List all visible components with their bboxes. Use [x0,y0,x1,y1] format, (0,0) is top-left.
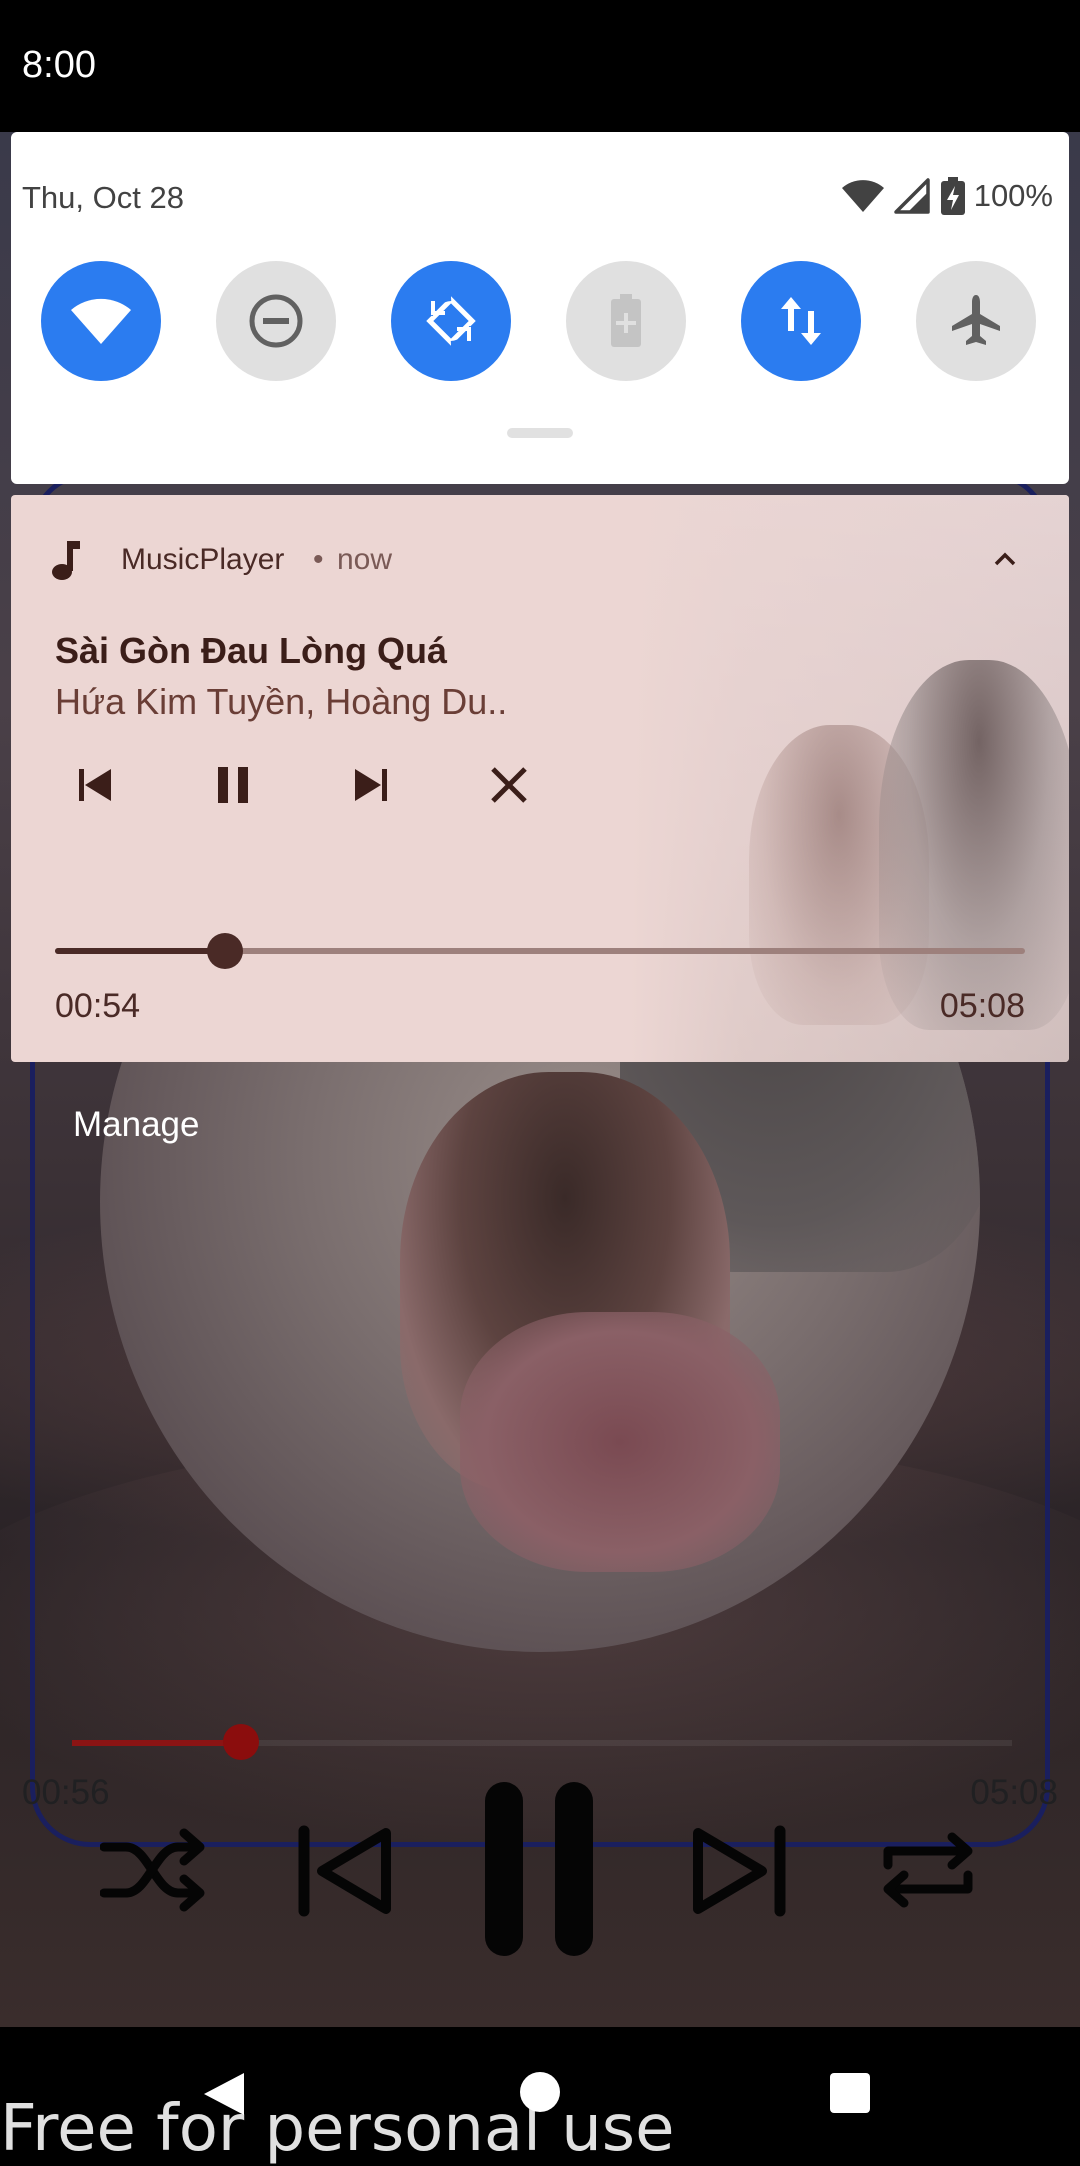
header-separator: • [313,543,324,576]
collapse-chevron-icon[interactable] [993,551,1017,567]
notif-previous-button[interactable] [65,755,125,815]
cell-signal-icon [893,178,930,214]
quick-settings-tiles [41,261,1051,381]
nav-recents-icon[interactable] [830,2073,870,2113]
battery-percent: 100% [973,178,1053,213]
notification-app-name: MusicPlayer [121,543,285,576]
album-art-man [879,660,1069,1030]
player-duration: 05:08 [970,1773,1058,1812]
battery-charging-icon [940,177,965,215]
do-not-disturb-icon [249,294,303,348]
pause-icon [218,767,248,803]
wifi-icon [71,298,131,344]
player-progress-knob[interactable] [223,1724,260,1760]
airplane-mode-tile[interactable] [916,261,1036,381]
music-note-icon [52,541,80,580]
mobile-data-icon [781,297,821,345]
manage-button[interactable]: Manage [73,1105,199,1145]
watermark-text: Free for personal use [0,2092,675,2166]
notification-duration: 05:08 [939,987,1025,1025]
album-figure-dress [460,1312,780,1572]
mobile-data-tile[interactable] [741,261,861,381]
repeat-icon[interactable] [876,1825,980,1915]
system-status-icons: 100% [840,172,1053,220]
close-icon [491,767,527,803]
notification-header: MusicPlayer • now [11,535,1069,585]
status-bar: 8:00 [0,0,1080,132]
quick-settings-panel: Thu, Oct 28 100% [11,132,1069,484]
battery-saver-tile[interactable] [566,261,686,381]
skip-next-icon [355,769,387,801]
pause-icon[interactable] [483,1780,595,1958]
notification-seek-fill [55,948,225,954]
notification-time: now [337,543,393,576]
notif-pause-button[interactable] [203,755,263,815]
airplane-icon [952,295,1000,345]
media-notification[interactable]: MusicPlayer • now Sài Gòn Đau Lòng Quá H… [11,495,1069,1062]
auto-rotate-icon [425,293,477,349]
notification-elapsed-time: 00:54 [55,987,141,1025]
player-elapsed-time: 00:56 [22,1773,110,1812]
notification-seek-knob[interactable] [206,933,243,969]
next-icon[interactable] [688,1825,788,1917]
player-progress-fill [72,1740,242,1746]
status-time: 8:00 [22,44,96,86]
player-progress-bar[interactable] [72,1724,1012,1760]
do-not-disturb-tile[interactable] [216,261,336,381]
notif-close-button[interactable] [479,755,539,815]
wifi-signal-icon [841,180,884,212]
previous-icon[interactable] [296,1825,396,1917]
auto-rotate-tile[interactable] [391,261,511,381]
shuffle-icon[interactable] [100,1825,208,1915]
skip-previous-icon [79,769,111,801]
track-title: Sài Gòn Đau Lòng Quá [55,630,448,671]
qs-date: Thu, Oct 28 [22,180,184,215]
track-artist: Hứa Kim Tuyền, Hoàng Du.. [55,681,508,722]
notif-next-button[interactable] [341,755,401,815]
battery-saver-icon [611,294,641,347]
notification-seek-bar[interactable] [55,933,1025,969]
qs-drag-handle[interactable] [507,428,573,438]
wifi-tile[interactable] [41,261,161,381]
